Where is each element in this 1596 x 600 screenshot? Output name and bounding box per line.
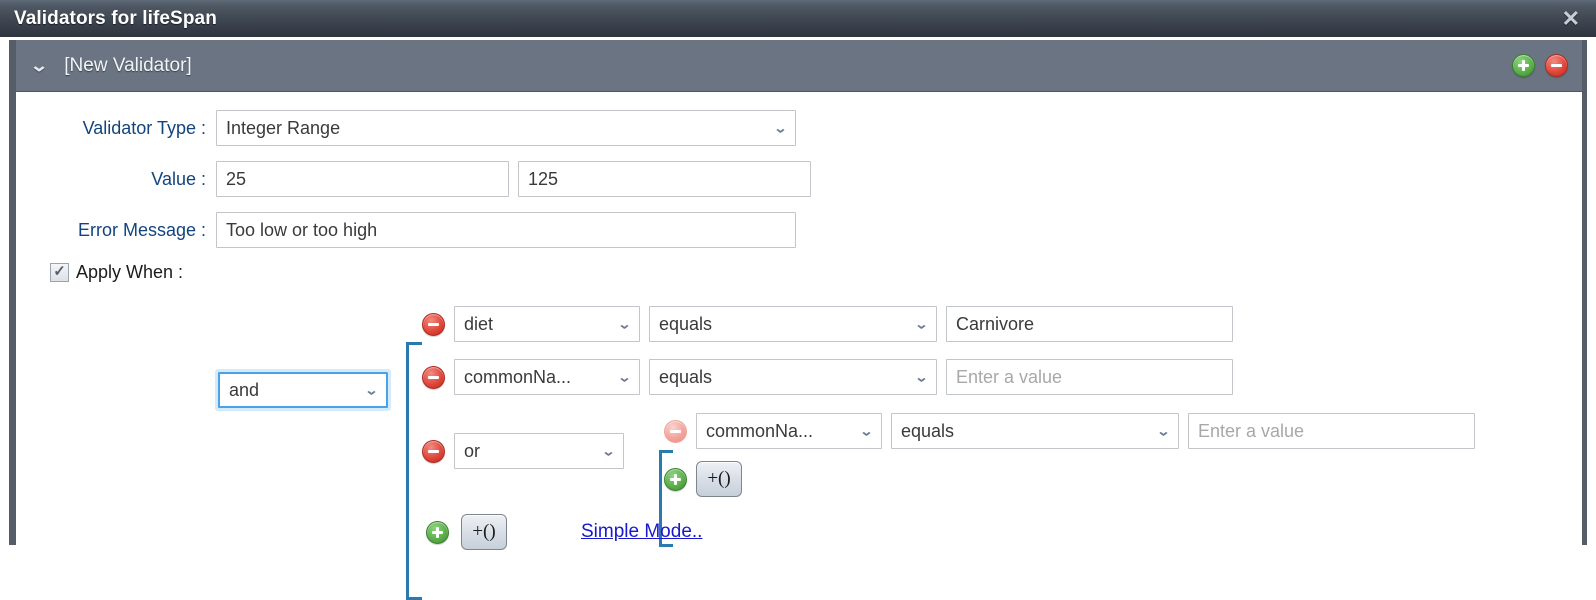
validator-header-actions: [1512, 54, 1568, 77]
remove-condition-button[interactable]: [422, 365, 445, 389]
condition-field-value: diet: [464, 314, 494, 334]
nested-condition-operator-select[interactable]: equals ⌄: [891, 413, 1179, 449]
group-operator-value: and: [229, 380, 260, 400]
validator-type-select[interactable]: Integer Range ⌄: [216, 110, 796, 146]
condition-value-input[interactable]: Enter a value: [946, 359, 1233, 395]
add-condition-button[interactable]: [426, 520, 449, 544]
value-max-input[interactable]: 125: [518, 161, 811, 197]
add-nested-condition-button[interactable]: [664, 467, 687, 491]
nested-condition-field-value: commonNa...: [706, 421, 814, 441]
chevron-down-icon: ⌄: [1156, 423, 1171, 439]
nested-condition-field-select[interactable]: commonNa... ⌄: [696, 413, 882, 449]
condition-operator-value: equals: [659, 367, 713, 387]
chevron-down-icon: ⌄: [617, 316, 632, 332]
check-icon: ✓: [53, 263, 66, 280]
remove-nested-condition-button[interactable]: [664, 419, 687, 443]
nested-condition-operator-value: equals: [901, 421, 955, 441]
nested-condition-value-input[interactable]: Enter a value: [1188, 413, 1475, 449]
apply-when-row: ✓ Apply When :: [50, 262, 183, 283]
validator-panel: ⌄ [New Validator] Validator Type : Integ…: [9, 40, 1587, 600]
condition-row: diet ⌄ equals ⌄ Carnivore: [422, 306, 1233, 342]
simple-mode-link[interactable]: Simple Mode..: [581, 521, 702, 543]
nested-condition-row: commonNa... ⌄ equals ⌄ Enter a value: [664, 413, 1475, 449]
condition-field-value: commonNa...: [464, 367, 572, 387]
remove-validator-button[interactable]: [1545, 54, 1568, 77]
chevron-down-icon: ⌄: [617, 369, 632, 385]
value-min-input[interactable]: 25: [216, 161, 509, 197]
chevron-down-icon: ⌄: [859, 423, 874, 439]
chevron-down-icon: ⌄: [914, 369, 929, 385]
remove-nested-group-button[interactable]: [422, 439, 445, 463]
condition-field-select[interactable]: commonNa... ⌄: [454, 359, 640, 395]
add-nested-group-button[interactable]: +(): [696, 461, 742, 497]
condition-group-bracket: [406, 342, 422, 600]
apply-when-checkbox[interactable]: ✓: [50, 263, 69, 282]
nested-group-operator-select[interactable]: or ⌄: [454, 433, 624, 469]
error-message-row: Error Message : Too low or too high: [16, 212, 796, 248]
chevron-down-icon: ⌄: [773, 120, 788, 136]
close-icon[interactable]: ✕: [1560, 7, 1582, 30]
value-row: Value : 25 125: [16, 161, 811, 197]
condition-operator-select[interactable]: equals ⌄: [649, 359, 937, 395]
validator-type-value: Integer Range: [226, 118, 341, 138]
nested-group-operator-row: or ⌄: [422, 433, 624, 469]
validator-name: [New Validator]: [64, 54, 192, 76]
add-validator-button[interactable]: [1512, 54, 1535, 77]
error-message-input[interactable]: Too low or too high: [216, 212, 796, 248]
chevron-down-icon: ⌄: [364, 382, 379, 398]
dialog-title: Validators for lifeSpan: [14, 7, 217, 29]
error-message-label: Error Message :: [77, 219, 206, 240]
nested-add-row: +(): [664, 461, 742, 497]
condition-operator-value: equals: [659, 314, 713, 334]
chevron-down-icon: ⌄: [914, 316, 929, 332]
apply-when-label: Apply When :: [76, 262, 184, 282]
condition-field-select[interactable]: diet ⌄: [454, 306, 640, 342]
validator-type-row: Validator Type : Integer Range ⌄: [16, 110, 806, 146]
chevron-down-icon[interactable]: ⌄: [30, 56, 49, 76]
remove-condition-button[interactable]: [422, 312, 445, 336]
validators-dialog: Validators for lifeSpan ✕ ⌄ [New Validat…: [0, 0, 1596, 600]
group-operator-row: and ⌄: [218, 372, 388, 408]
value-label: Value :: [151, 168, 206, 189]
group-operator-select[interactable]: and ⌄: [218, 372, 388, 408]
condition-row: commonNa... ⌄ equals ⌄ Enter a value: [422, 359, 1233, 395]
chevron-down-icon: ⌄: [601, 443, 616, 459]
condition-operator-select[interactable]: equals ⌄: [649, 306, 937, 342]
nested-group-operator-value: or: [464, 441, 481, 461]
dialog-titlebar: Validators for lifeSpan ✕: [0, 0, 1596, 37]
condition-value-input[interactable]: Carnivore: [946, 306, 1233, 342]
add-group-button[interactable]: +(): [461, 514, 507, 550]
add-condition-row: +() Simple Mode..: [426, 514, 702, 550]
validator-type-label: Validator Type :: [82, 117, 206, 138]
validator-header: ⌄ [New Validator]: [16, 40, 1582, 92]
validator-body: Validator Type : Integer Range ⌄ Value :…: [16, 92, 1582, 600]
